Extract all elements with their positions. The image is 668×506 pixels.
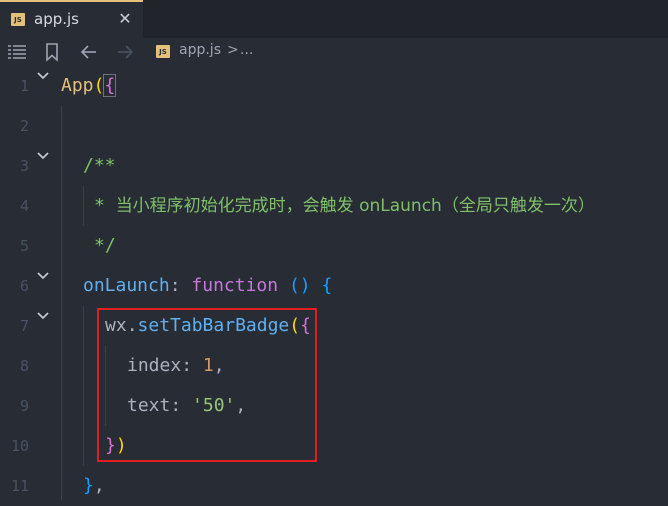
bookmark-icon[interactable] <box>41 41 63 63</box>
line-number: 7 <box>19 317 29 335</box>
line-number: 6 <box>19 277 29 295</box>
code-text: }, <box>83 475 105 496</box>
code-text: App({ <box>61 74 117 97</box>
tab-app-js[interactable]: JS app.js ✕ <box>0 0 143 38</box>
breadcrumb-more[interactable]: ... <box>240 42 253 58</box>
line-number: 10 <box>10 437 29 455</box>
js-file-icon: JS <box>11 13 25 26</box>
chevron-down-icon[interactable] <box>36 311 50 321</box>
code-text: */ <box>94 235 116 256</box>
code-text: * 当小程序初始化完成时，会触发 onLaunch（全局只触发一次） <box>94 195 595 216</box>
breadcrumb-separator: > <box>227 42 239 58</box>
code-line: 11 }, <box>0 466 668 506</box>
line-number: 4 <box>19 197 29 215</box>
chevron-down-icon[interactable] <box>36 151 50 161</box>
code-line: 4 * 当小程序初始化完成时，会触发 onLaunch（全局只触发一次） <box>0 186 668 226</box>
tab-label: app.js <box>34 10 79 28</box>
code-line: 6 onLaunch: function () { <box>0 266 668 306</box>
code-line: 1 App({ <box>0 66 668 106</box>
line-number: 11 <box>10 477 29 495</box>
line-number: 2 <box>19 117 29 135</box>
chevron-down-icon[interactable] <box>36 71 50 81</box>
line-number: 9 <box>19 397 29 415</box>
chevron-down-icon[interactable] <box>36 271 50 281</box>
line-number: 1 <box>19 77 29 95</box>
back-arrow-icon[interactable] <box>78 41 100 63</box>
code-text: onLaunch: function () { <box>83 275 333 296</box>
forward-arrow-icon[interactable] <box>114 41 136 63</box>
code-text: /** <box>83 155 116 176</box>
breadcrumb-file[interactable]: app.js <box>179 42 221 58</box>
tab-bar: JS app.js ✕ <box>0 0 668 38</box>
list-icon[interactable] <box>6 41 28 63</box>
close-icon[interactable]: ✕ <box>116 8 134 30</box>
line-number: 5 <box>19 237 29 255</box>
code-line: 3 /** <box>0 146 668 186</box>
highlight-box <box>97 308 317 462</box>
line-number: 3 <box>19 157 29 175</box>
line-number: 8 <box>19 357 29 375</box>
js-file-icon: JS <box>156 45 170 58</box>
code-line: 5 */ <box>0 226 668 266</box>
editor-toolbar: JS app.js > ... <box>0 38 668 66</box>
code-line: 2 <box>0 106 668 146</box>
